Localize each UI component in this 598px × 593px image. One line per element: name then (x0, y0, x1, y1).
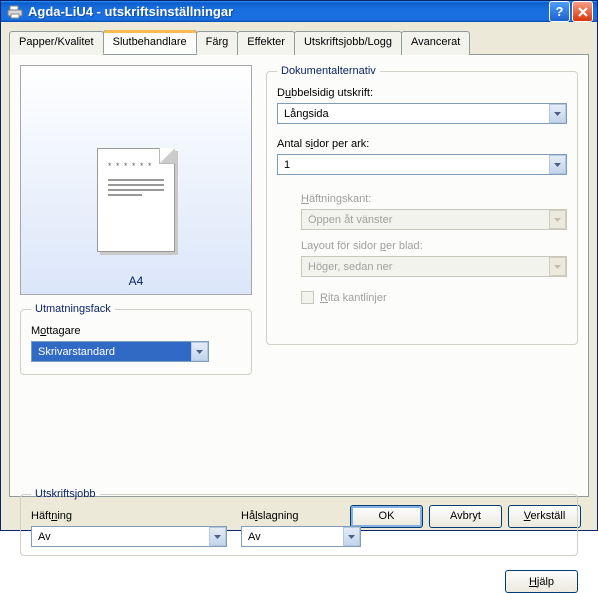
tab-jobs-log[interactable]: Utskriftsjobb/Logg (294, 31, 402, 55)
preview-format-label: A4 (129, 274, 144, 288)
group-output-tray: Utmatningsfack Mottagare Skrivarstandard (20, 303, 252, 375)
help-row: Hjälp (20, 564, 578, 593)
group-document-options: Dokumentalternativ Dubbelsidig utskrift:… (266, 65, 578, 345)
duplex-label: Dubbelsidig utskrift: (277, 87, 567, 99)
stapling-label: Häftning (31, 510, 227, 522)
page-preview: * * * * * * A4 (20, 65, 252, 295)
client-area: Papper/Kvalitet Slutbehandlare Färg Effe… (1, 22, 597, 543)
pages-per-sheet-select[interactable]: 1 (277, 154, 567, 175)
page-layout-select: Höger, sedan ner (301, 256, 567, 277)
pages-per-sheet-label: Antal sidor per ark: (277, 138, 567, 150)
tab-paper-quality[interactable]: Papper/Kvalitet (9, 31, 104, 55)
titlebar-help-button[interactable]: ? (549, 1, 570, 22)
printer-icon (7, 4, 23, 20)
window-title: Agda-LiU4 - utskriftsinställningar (28, 4, 547, 19)
output-tray-legend: Utmatningsfack (31, 303, 115, 315)
tab-color[interactable]: Färg (196, 31, 239, 55)
tab-strip: Papper/Kvalitet Slutbehandlare Färg Effe… (9, 30, 589, 54)
dialog-window: Agda-LiU4 - utskriftsinställningar ? Pap… (0, 0, 598, 531)
stapling-select[interactable]: Av (31, 526, 227, 547)
tab-page-finishing: * * * * * * A4 Utmatningsfack Mottagare … (9, 54, 589, 497)
checkbox-box-icon (301, 291, 314, 304)
draw-borders-checkbox: Rita kantlinjer (301, 291, 567, 304)
output-tray-select[interactable]: Skrivarstandard (31, 341, 209, 362)
doc-options-legend: Dokumentalternativ (277, 65, 380, 77)
chevron-down-icon[interactable] (209, 527, 226, 546)
print-job-legend: Utskriftsjobb (31, 488, 100, 500)
chevron-down-icon (549, 210, 566, 229)
page-layout-label: Layout för sidor per blad: (301, 240, 567, 252)
chevron-down-icon[interactable] (343, 527, 360, 546)
duplex-select[interactable]: Långsida (277, 103, 567, 124)
chevron-down-icon (549, 257, 566, 276)
preview-page-icon: * * * * * * (97, 148, 175, 252)
tab-effects[interactable]: Effekter (237, 31, 295, 55)
chevron-down-icon[interactable] (549, 104, 566, 123)
punching-select[interactable]: Av (241, 526, 361, 547)
tab-finishing[interactable]: Slutbehandlare (103, 30, 197, 54)
output-tray-label: Mottagare (31, 325, 241, 337)
group-print-job: Utskriftsjobb Häftning Av Hålslagning Av (20, 488, 578, 556)
draw-borders-label: Rita kantlinjer (320, 292, 387, 304)
staple-edge-label: Häftningskant: (301, 193, 567, 205)
staple-edge-select: Öppen åt vänster (301, 209, 567, 230)
punching-label: Hålslagning (241, 510, 361, 522)
titlebar-close-button[interactable] (572, 1, 593, 22)
titlebar[interactable]: Agda-LiU4 - utskriftsinställningar ? (1, 1, 597, 22)
tab-advanced[interactable]: Avancerat (401, 31, 470, 55)
help-button[interactable]: Hjälp (505, 570, 578, 593)
chevron-down-icon[interactable] (549, 155, 566, 174)
chevron-down-icon[interactable] (191, 342, 208, 361)
